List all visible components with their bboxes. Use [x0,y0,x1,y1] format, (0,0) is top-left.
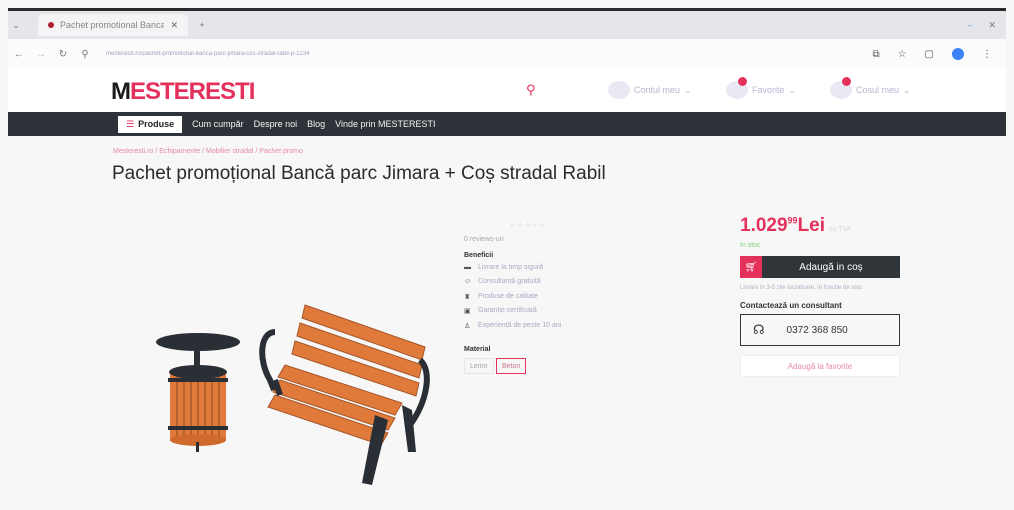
extensions-icon[interactable]: ⧉ [872,49,879,60]
cart-icon [830,77,852,99]
site-header: MESTERESTI ⚲ Contul meu ⌄ Favorite ⌄ Cos… [8,69,1006,112]
shipping-note: Livrare in 3-5 zile lucratoare, in funct… [740,285,863,291]
add-to-favorites-button[interactable]: Adaugă la favorite [740,355,900,377]
new-tab-icon[interactable]: + [194,20,210,30]
benefit-item: ▣ Garanție certificată [464,307,537,315]
search-icon[interactable]: ⚲ [526,82,536,98]
reviews-count[interactable]: 0 reviews-uri [464,236,504,243]
back-icon[interactable]: ← [8,49,30,60]
buy-box: 1.02999Lei cu TVA In stoc 🛒︎ Adaugă in co… [740,215,902,377]
menu-icon[interactable]: ⋮ [982,49,992,60]
browser-tab[interactable]: Pachet promotional Banca pa... ✕ [38,14,188,36]
forward-icon[interactable]: → [30,49,52,60]
stock-status: In stoc [740,242,761,249]
hamburger-icon: ☰ [126,118,135,129]
benefit-item: ▬ Livrare la timp sigură [464,264,543,271]
tab-title: Pachet promotional Banca pa... [60,20,165,30]
favicon-icon [48,22,54,28]
nav-link-how-to-buy[interactable]: Cum cumpăr [192,119,244,129]
page-title: Pachet promoțional Bancă parc Jimara + C… [112,163,606,184]
experience-icon: ♙ [464,323,471,330]
user-icon [608,81,630,99]
benefits-title: Beneficii [464,252,494,259]
favorites-badge [738,77,747,86]
account-link[interactable]: Contul meu ⌄ [608,81,692,99]
site-info-icon[interactable]: ⚲ [74,49,96,60]
product-image[interactable] [140,220,440,490]
url-field[interactable]: mesteresti.ro/pachet-promotional-banca-p… [106,51,506,57]
products-label: Produse [138,119,175,129]
rating-stars[interactable]: ☆☆☆☆☆ [510,222,547,229]
cart-badge [842,77,851,86]
chevron-down-icon: ⌄ [788,84,797,95]
truck-icon: ▬ [464,264,471,271]
tab-bar: ⌄ Pachet promotional Banca pa... ✕ + – ✕ [8,11,1006,39]
benefit-item: ♙ Experiență de peste 10 ani [464,322,562,330]
products-menu-button[interactable]: ☰ Produse [118,115,183,133]
bookmark-star-icon[interactable]: ☆ [898,49,907,60]
consultant-phone-button[interactable]: ☊ 0372 368 850 [740,314,900,346]
headset-icon: ☊ [753,322,765,337]
product-price: 1.02999Lei cu TVA [740,215,852,236]
nav-link-about[interactable]: Despre noi [254,119,298,129]
waste-bin-illustration [156,333,240,452]
nav-link-blog[interactable]: Blog [307,119,325,129]
close-window-icon[interactable]: ✕ [988,20,996,31]
material-option-concrete[interactable]: Beton [496,358,527,374]
add-to-cart-label: Adaugă in coș [799,261,863,273]
breadcrumb[interactable]: Mesteresti.ro / Echipamente / Mobilier s… [113,148,303,155]
consultant-title: Contactează un consultant [740,301,842,310]
quality-icon: ♜ [464,294,471,301]
minimize-icon[interactable]: – [967,20,972,31]
cart-icon: 🛒︎ [740,256,762,278]
site-logo[interactable]: MESTERESTI [111,78,255,106]
benefit-item: ♜ Produse de calitate [464,293,538,301]
phone-number: 0372 368 850 [786,324,848,336]
account-label: Contul meu [634,85,681,95]
material-title: Material [464,346,491,353]
chevron-down-icon: ⌄ [684,84,692,95]
favorites-label: Favorite [752,85,785,95]
park-bench-illustration [259,304,430,485]
reload-icon[interactable]: ↻ [52,49,74,60]
main-nav: ☰ Produse Cum cumpăr Despre noi Blog Vin… [8,112,1006,136]
cart-label: Cosul meu [856,85,900,95]
cart-link[interactable]: Cosul meu ⌄ [830,77,911,99]
add-to-cart-button[interactable]: 🛒︎ Adaugă in coș [740,256,900,278]
nav-link-sell[interactable]: Vinde prin MESTERESTI [335,119,435,129]
profile-icon[interactable] [952,48,964,60]
favorites-link[interactable]: Favorite ⌄ [726,77,797,99]
heart-icon [726,77,748,99]
vat-note: cu TVA [829,226,852,233]
close-tab-icon[interactable]: ✕ [170,20,178,31]
certificate-icon: ▣ [464,308,471,315]
tab-list-chevron-icon[interactable]: ⌄ [8,20,24,31]
address-bar: ← → ↻ ⚲ mesteresti.ro/pachet-promotional… [8,39,1006,69]
chat-icon: ☺ [464,278,472,285]
material-option-wood[interactable]: Lemn [464,358,494,374]
chevron-down-icon: ⌄ [903,84,911,95]
benefit-item: ☺ Consultanță gratuită [464,278,541,285]
sidebar-icon[interactable]: ▢ [925,49,934,60]
